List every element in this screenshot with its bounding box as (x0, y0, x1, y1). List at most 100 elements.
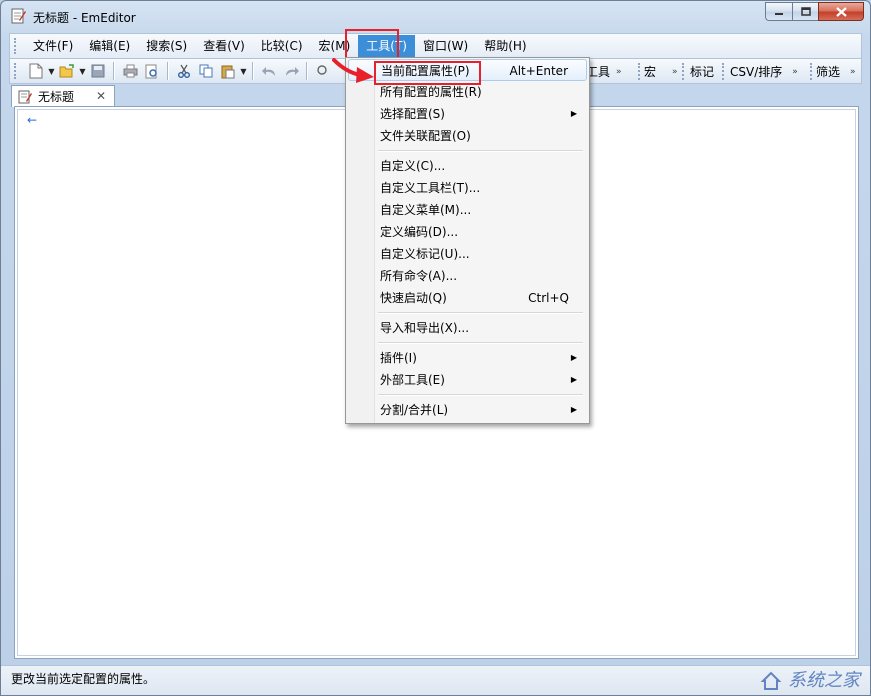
toolbar-macro-section[interactable]: 宏 » (644, 62, 677, 81)
menu-item[interactable]: 所有命令(A)... (348, 265, 587, 287)
menu-item-label: 自定义(C)... (380, 159, 446, 173)
menu-item[interactable]: 文件关联配置(O) (348, 125, 587, 147)
redo-button[interactable] (280, 61, 302, 81)
toolbar-filter-section[interactable]: 筛选 » (816, 62, 855, 81)
menu-item[interactable]: 导入和导出(X)... (348, 317, 587, 339)
menu-separator (378, 312, 583, 314)
menu-item[interactable]: 自定义工具栏(T)... (348, 177, 587, 199)
menu-item-label: 插件(I) (380, 351, 417, 365)
toolbar-csv-section[interactable]: CSV/排序 » (730, 62, 798, 81)
menu-item-label: 自定义标记(U)... (380, 247, 470, 261)
close-button[interactable] (818, 2, 864, 21)
open-file-dropdown[interactable]: ▼ (78, 67, 87, 76)
close-icon (835, 6, 847, 17)
menu-help[interactable]: 帮助(H) (476, 35, 534, 57)
toolbar-section-grip[interactable] (722, 63, 727, 80)
menu-window[interactable]: 窗口(W) (415, 35, 476, 57)
menubar-grip[interactable] (14, 38, 19, 54)
new-file-button[interactable] (25, 61, 47, 81)
toolbar-tools-section[interactable]: 工具 » (586, 62, 621, 81)
menu-item-label: 分割/合并(L) (380, 403, 449, 417)
new-file-dropdown[interactable]: ▼ (47, 67, 56, 76)
toolbar-marker-section[interactable]: 标记 (690, 62, 714, 81)
toolbar-separator (167, 62, 169, 80)
undo-button[interactable] (258, 61, 280, 81)
menu-item[interactable]: 插件(I) ▶ (348, 347, 587, 369)
menu-compare[interactable]: 比较(C) (253, 35, 311, 57)
toolbar-tools-chevron-icon[interactable]: » (616, 67, 621, 77)
tools-dropdown-menu: 当前配置属性(P) Alt+Enter 所有配置的属性(R) 选择配置(S) ▶ 文件关联… (345, 57, 590, 424)
menu-item-label: 外部工具(E) (380, 373, 445, 387)
annotation-box-current-config (374, 61, 481, 85)
menu-view[interactable]: 查看(V) (195, 35, 253, 57)
menu-item-label: 所有命令(A)... (380, 269, 458, 283)
document-tab[interactable]: 无标题 ✕ (11, 85, 115, 107)
tab-close-icon[interactable]: ✕ (96, 89, 106, 103)
toolbar-section-grip[interactable] (810, 63, 815, 80)
menu-item-label: 定义编码(D)... (380, 225, 459, 239)
status-bar: 更改当前选定配置的属性。 系统之家 (1, 665, 870, 695)
menu-item[interactable]: 自定义标记(U)... (348, 243, 587, 265)
menu-separator (378, 150, 583, 152)
menu-item-label: 选择配置(S) (380, 107, 445, 121)
document-tab-label: 无标题 (38, 90, 75, 104)
cut-button[interactable] (173, 61, 195, 81)
redo-icon (285, 66, 299, 76)
watermark-house-icon (760, 671, 782, 690)
eol-mark-icon: ← (27, 113, 38, 127)
menu-item[interactable]: 分割/合并(L) ▶ (348, 399, 587, 421)
minimize-button[interactable] (765, 2, 792, 21)
menu-search[interactable]: 搜索(S) (138, 35, 195, 57)
toolbar-marker-label: 标记 (690, 65, 715, 79)
menu-item-label: 自定义工具栏(T)... (380, 181, 481, 195)
toolbar-grip[interactable] (14, 63, 19, 79)
print-preview-icon (145, 64, 157, 78)
open-file-button[interactable] (56, 61, 78, 81)
menu-edit[interactable]: 编辑(E) (81, 35, 138, 57)
submenu-arrow-icon: ▶ (570, 405, 577, 414)
print-button[interactable] (119, 61, 141, 81)
open-folder-icon (59, 64, 74, 78)
menu-separator (378, 342, 583, 344)
status-text: 更改当前选定配置的属性。 (11, 672, 156, 686)
toolbar-macro-label: 宏 (644, 65, 657, 79)
paste-dropdown[interactable]: ▼ (239, 67, 248, 76)
caption-buttons (765, 2, 864, 21)
menu-separator (378, 394, 583, 396)
title-bar[interactable]: 无标题 - EmEditor (1, 1, 870, 31)
menu-item[interactable]: 选择配置(S) ▶ (348, 103, 587, 125)
copy-icon (199, 64, 213, 78)
annotation-arrow-icon (332, 58, 374, 83)
toolbar-filter-label: 筛选 (816, 65, 841, 79)
toolbar-section-grip[interactable] (638, 63, 643, 80)
menu-item-label: 文件关联配置(O) (380, 129, 471, 143)
menu-item[interactable]: 快速启动(Q) Ctrl+Q (348, 287, 587, 309)
toolbar-filter-chevron-icon[interactable]: » (850, 67, 855, 77)
toolbar-csv-chevron-icon[interactable]: » (792, 67, 797, 77)
document-icon (18, 90, 32, 103)
menu-file[interactable]: 文件(F) (25, 35, 81, 57)
save-button[interactable] (87, 61, 109, 81)
toolbar-macro-chevron-icon[interactable]: » (672, 67, 677, 77)
emeditor-app-icon[interactable] (10, 8, 26, 24)
cut-icon (178, 64, 190, 78)
menu-item-shortcut: Alt+Enter (509, 64, 568, 78)
copy-button[interactable] (195, 61, 217, 81)
menu-bar: 文件(F) 编辑(E) 搜索(S) 查看(V) 比较(C) 宏(M) 工具(T)… (9, 33, 862, 59)
submenu-arrow-icon: ▶ (570, 109, 577, 118)
print-preview-button[interactable] (141, 61, 163, 81)
menu-item[interactable]: 定义编码(D)... (348, 221, 587, 243)
menu-item-label: 导入和导出(X)... (380, 321, 470, 335)
menu-item[interactable]: 自定义菜单(M)... (348, 199, 587, 221)
menu-item-label: 自定义菜单(M)... (380, 203, 472, 217)
watermark-text: 系统之家 (788, 670, 860, 691)
menu-item[interactable]: 外部工具(E) ▶ (348, 369, 587, 391)
paste-button[interactable] (217, 61, 239, 81)
print-icon (123, 64, 137, 78)
menu-item[interactable]: 自定义(C)... (348, 155, 587, 177)
menu-item-shortcut: Ctrl+Q (528, 291, 569, 305)
minimize-icon (775, 12, 783, 15)
maximize-button[interactable] (792, 2, 818, 21)
menu-item-label: 快速启动(Q) (380, 291, 447, 305)
toolbar-section-grip[interactable] (682, 63, 687, 80)
